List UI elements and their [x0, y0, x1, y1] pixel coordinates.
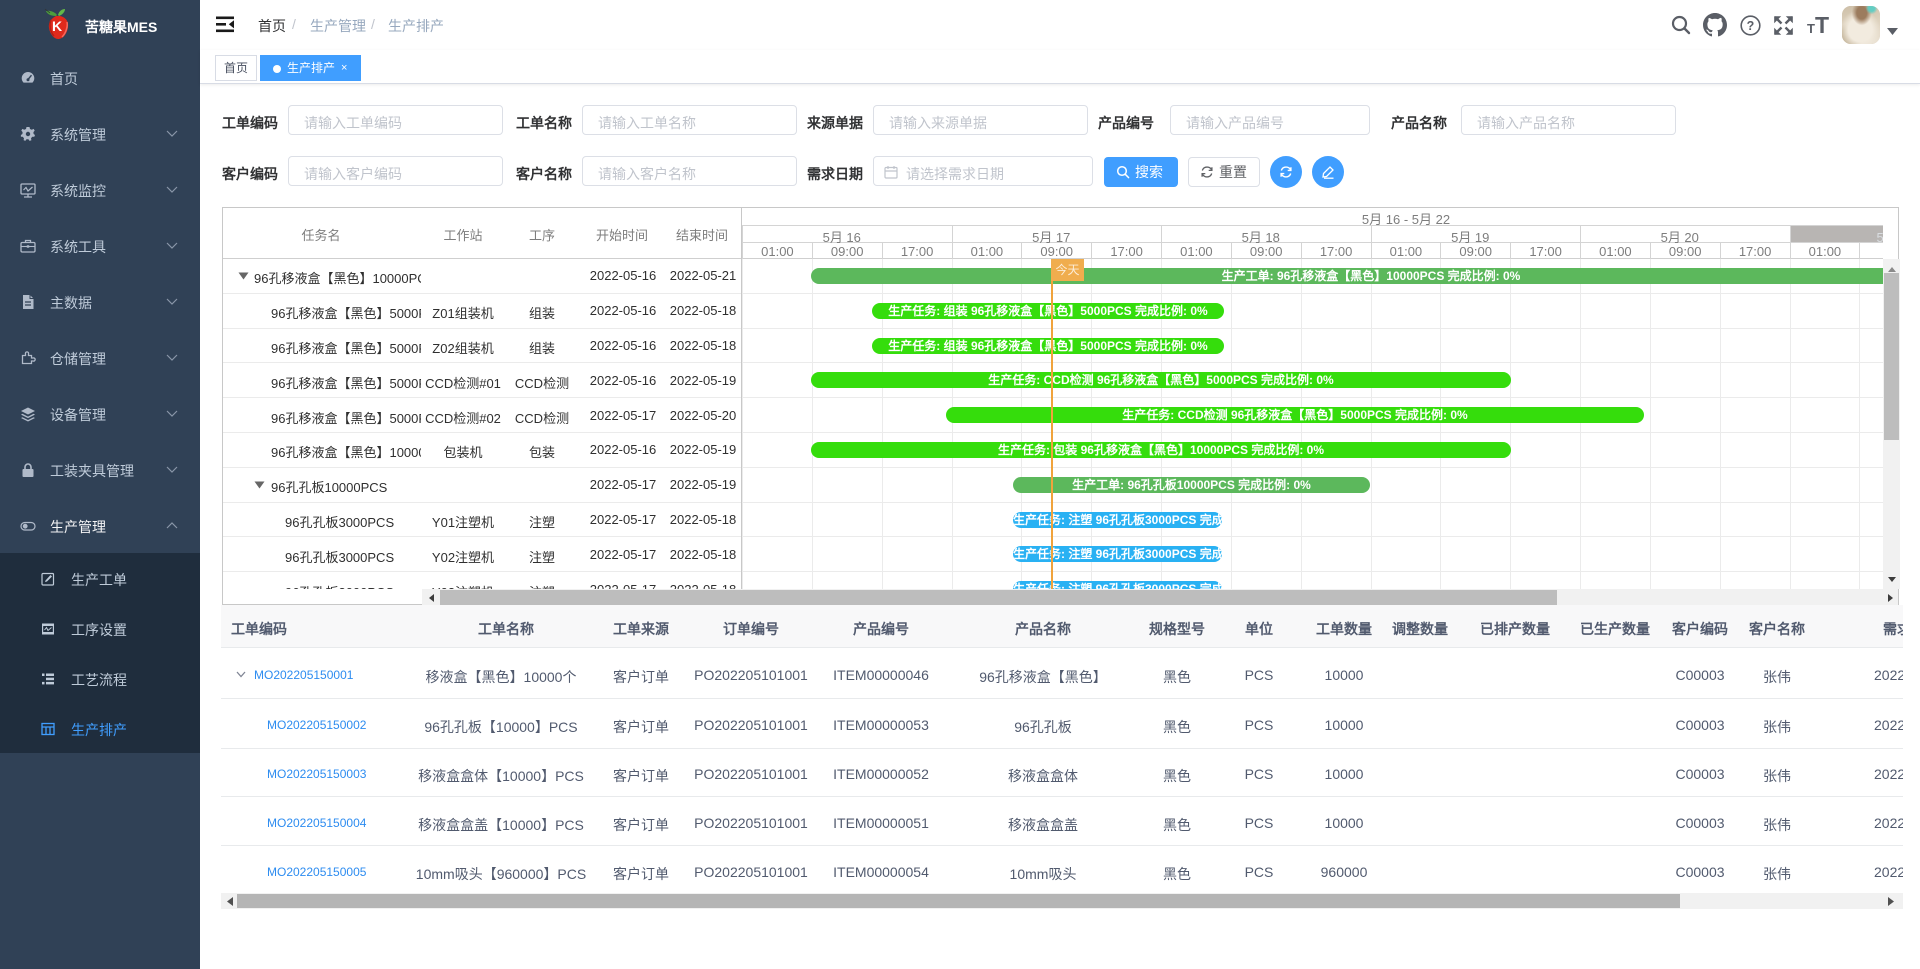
svg-text:K: K [52, 18, 62, 34]
svg-text:?: ? [1747, 19, 1755, 33]
